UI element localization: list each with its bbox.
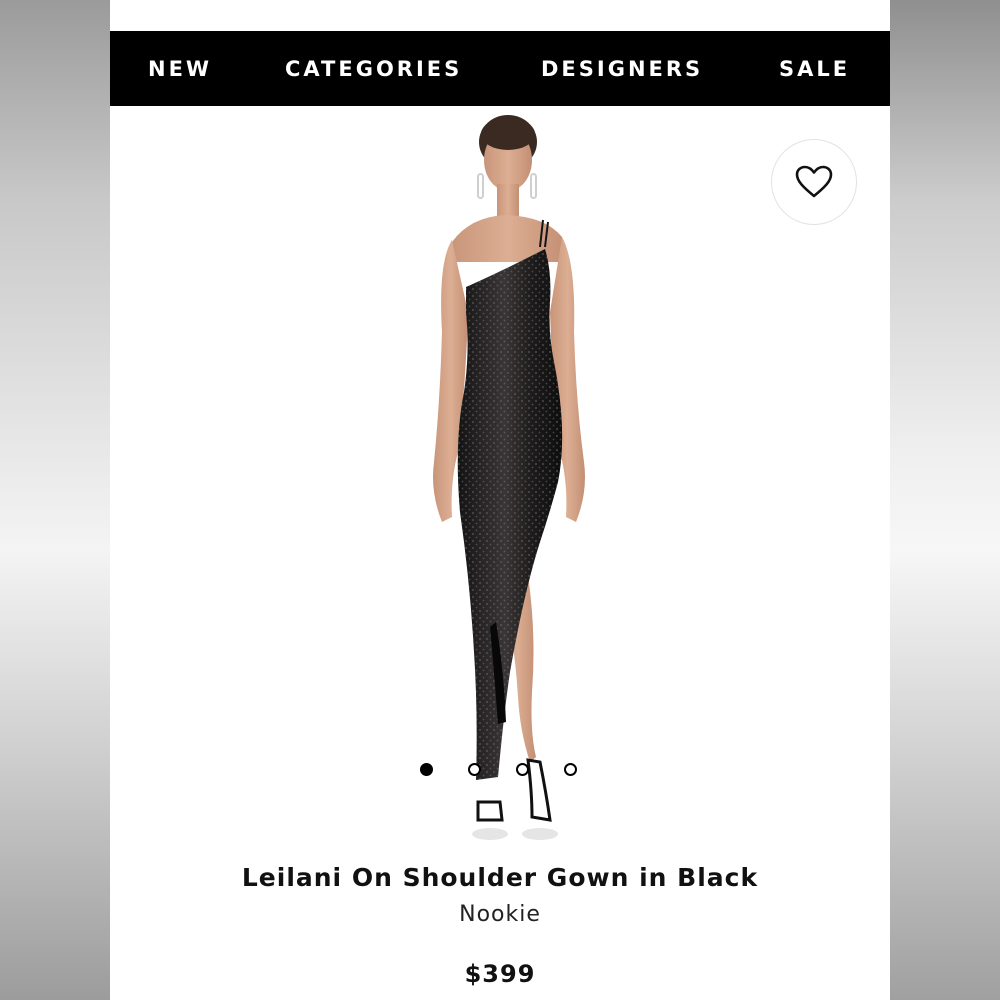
nav-item-designers[interactable]: DESIGNERS [541, 56, 703, 82]
product-image[interactable] [380, 112, 620, 847]
carousel-dot-4[interactable] [564, 763, 577, 776]
top-navigation: NEW CATEGORIES DESIGNERS SALE [110, 31, 890, 106]
carousel-dot-2[interactable] [468, 763, 481, 776]
nav-item-new[interactable]: NEW [148, 56, 212, 82]
nav-item-categories[interactable]: CATEGORIES [285, 56, 462, 82]
image-carousel-indicators [420, 763, 580, 779]
nav-item-sale[interactable]: SALE [779, 56, 850, 82]
favorite-button[interactable] [771, 139, 857, 225]
carousel-dot-3[interactable] [516, 763, 529, 776]
background-blur-right [890, 0, 1000, 1000]
product-page: NEW CATEGORIES DESIGNERS SALE Leilani On… [110, 0, 890, 1000]
product-brand[interactable]: Nookie [110, 902, 890, 927]
background-blur-left [0, 0, 110, 1000]
carousel-dot-1[interactable] [420, 763, 433, 776]
product-title: Leilani On Shoulder Gown in Black [241, 863, 759, 892]
heart-icon [795, 165, 833, 198]
product-price: $399 [464, 960, 536, 988]
